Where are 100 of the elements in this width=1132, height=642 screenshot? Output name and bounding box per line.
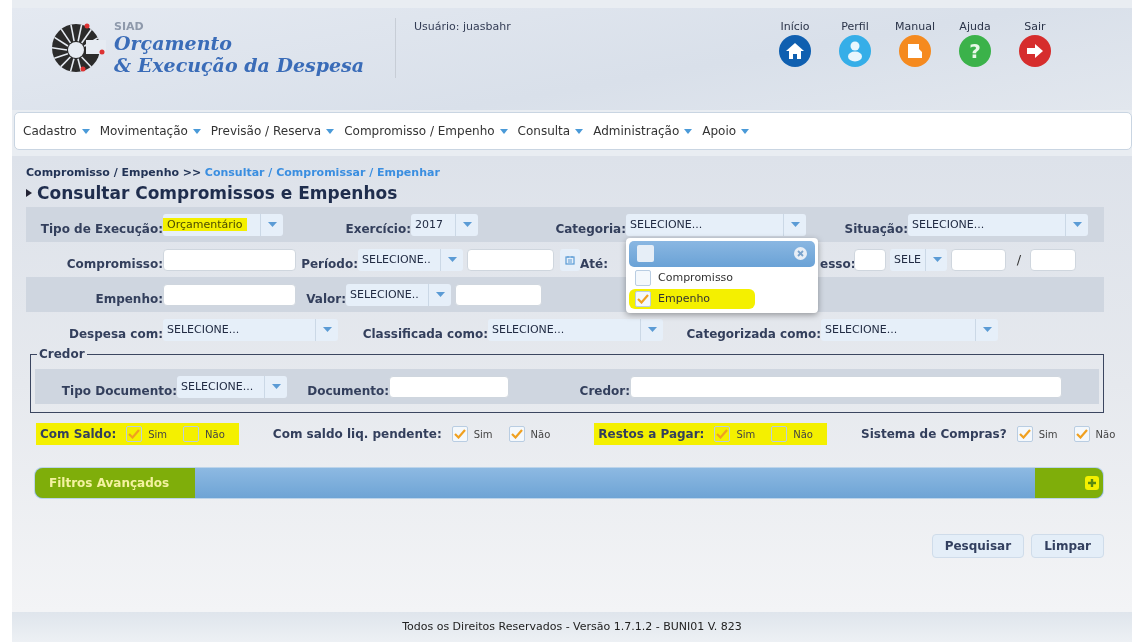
checkbox-label: Sim xyxy=(148,428,168,440)
field-label: Empenho: xyxy=(94,290,163,306)
caret-icon xyxy=(322,327,332,332)
field-label: Compromisso: xyxy=(65,255,163,271)
calendar-button[interactable] xyxy=(560,248,580,271)
fieldset-legend: Credor xyxy=(37,347,87,361)
select-field[interactable]: SELECIONE.. xyxy=(346,283,451,306)
input-field[interactable] xyxy=(1030,248,1076,271)
dropdown-option[interactable]: Compromisso xyxy=(629,267,815,288)
caret-icon xyxy=(435,292,445,297)
system-tag: SIAD xyxy=(114,20,365,32)
help-icon: ? xyxy=(959,35,991,67)
checkbox-label: Sim xyxy=(736,428,756,440)
menu-item[interactable]: Consulta xyxy=(517,124,584,138)
logo-icon xyxy=(50,22,106,74)
checkbox[interactable] xyxy=(714,426,731,442)
arrow-right-icon xyxy=(1019,35,1051,67)
check-icon xyxy=(1018,429,1031,439)
check-icon xyxy=(1075,429,1088,439)
user-name: Usuário: juasbahr xyxy=(414,20,511,33)
input-field[interactable] xyxy=(467,248,554,271)
menu-item[interactable]: Apoio xyxy=(702,124,750,138)
app-title: Orçamento xyxy=(114,31,233,54)
input-field[interactable] xyxy=(630,375,1062,398)
field-label: Sistema de Compras? xyxy=(861,427,1007,441)
caret-icon xyxy=(267,222,277,227)
menu-item[interactable]: Administração xyxy=(593,124,693,138)
select-field[interactable]: SELECIONE... xyxy=(908,213,1088,236)
nav-link[interactable]: Manual xyxy=(894,20,936,110)
check-icon xyxy=(637,293,649,304)
nav-link[interactable]: Perfil xyxy=(834,20,876,110)
caret-icon xyxy=(326,128,335,134)
nav-link[interactable]: Sair xyxy=(1014,20,1056,110)
field-label: Situação: xyxy=(843,220,908,236)
select-field[interactable]: SELECIONE... xyxy=(488,318,663,341)
checkbox[interactable] xyxy=(451,426,468,442)
checkbox[interactable] xyxy=(635,290,651,307)
menu-item[interactable]: Compromisso / Empenho xyxy=(344,124,508,138)
caret-icon xyxy=(192,128,201,134)
document-icon xyxy=(899,35,931,67)
checkbox[interactable] xyxy=(183,426,200,442)
checkbox[interactable] xyxy=(637,245,654,262)
separator-text: / xyxy=(1015,252,1023,267)
field-label: Restos a Pagar: xyxy=(598,427,705,441)
select-field[interactable]: 2017 xyxy=(411,213,478,236)
checkbox[interactable] xyxy=(635,269,651,286)
option-label: Compromisso xyxy=(658,271,734,284)
field-label: Com Saldo: xyxy=(40,427,117,441)
caret-icon xyxy=(447,257,457,262)
footer-text: Todos os Direitos Reservados - Versão 1.7.1.2 - BUNI01 V. 823 xyxy=(402,620,742,633)
checkbox-label: Não xyxy=(530,428,551,440)
field-label: Classificada como: xyxy=(361,325,488,341)
checkbox-label: Não xyxy=(1095,428,1116,440)
field-label: Tipo de Execução: xyxy=(39,220,163,236)
checkbox[interactable] xyxy=(771,426,788,442)
field-label: Tipo Documento: xyxy=(60,382,177,398)
select-field[interactable]: SELECIONE... xyxy=(821,318,998,341)
page-title: Consultar Compromissos e Empenhos xyxy=(37,183,398,203)
check-icon xyxy=(510,429,523,439)
select-field[interactable]: SELE xyxy=(890,248,947,271)
input-field[interactable] xyxy=(163,248,296,271)
nav-link[interactable]: Início xyxy=(774,20,816,110)
field-label: Despesa com: xyxy=(67,325,163,341)
field-label: Até: xyxy=(580,255,608,271)
input-field[interactable] xyxy=(455,283,542,306)
select-field[interactable]: SELECIONE... xyxy=(177,375,287,398)
check-icon xyxy=(453,429,466,439)
caret-icon xyxy=(684,128,693,134)
close-icon[interactable] xyxy=(794,247,807,260)
caret-icon xyxy=(982,327,992,332)
dropdown-option[interactable]: Empenho xyxy=(629,288,755,309)
menu-item[interactable]: Movimentação xyxy=(99,124,201,138)
checkbox-label: Sim xyxy=(1038,428,1058,440)
field-label: Credor: xyxy=(578,382,630,398)
select-field[interactable]: Orçamentário xyxy=(163,213,283,236)
check-icon xyxy=(716,429,729,439)
menu-item[interactable]: Cadastro xyxy=(23,124,90,138)
plus-icon[interactable] xyxy=(1085,476,1099,490)
checkbox[interactable] xyxy=(508,426,525,442)
caret-icon xyxy=(790,222,800,227)
input-field[interactable] xyxy=(163,283,296,306)
checkbox[interactable] xyxy=(126,426,143,442)
field-label: Valor: xyxy=(305,290,346,306)
menu-item[interactable]: Previsão / Reserva xyxy=(210,124,335,138)
person-icon xyxy=(839,35,871,67)
select-field[interactable]: SELECIONE.. xyxy=(358,248,463,271)
nav-link[interactable]: Ajuda ? xyxy=(954,20,996,110)
field-label: Categoria: xyxy=(554,220,626,236)
field-label: Categorizada como: xyxy=(685,325,821,341)
checkbox[interactable] xyxy=(1016,426,1033,442)
input-field[interactable] xyxy=(854,248,886,271)
checkbox[interactable] xyxy=(1073,426,1090,442)
select-field[interactable]: SELECIONE... xyxy=(163,318,338,341)
input-field[interactable] xyxy=(951,248,1006,271)
select-field[interactable]: SELECIONE... xyxy=(626,213,806,236)
caret-icon xyxy=(932,257,942,262)
triangle-icon xyxy=(26,189,32,197)
action-button[interactable]: Pesquisar xyxy=(931,534,1025,558)
action-button[interactable]: Limpar xyxy=(1031,534,1104,558)
input-field[interactable] xyxy=(389,375,509,398)
